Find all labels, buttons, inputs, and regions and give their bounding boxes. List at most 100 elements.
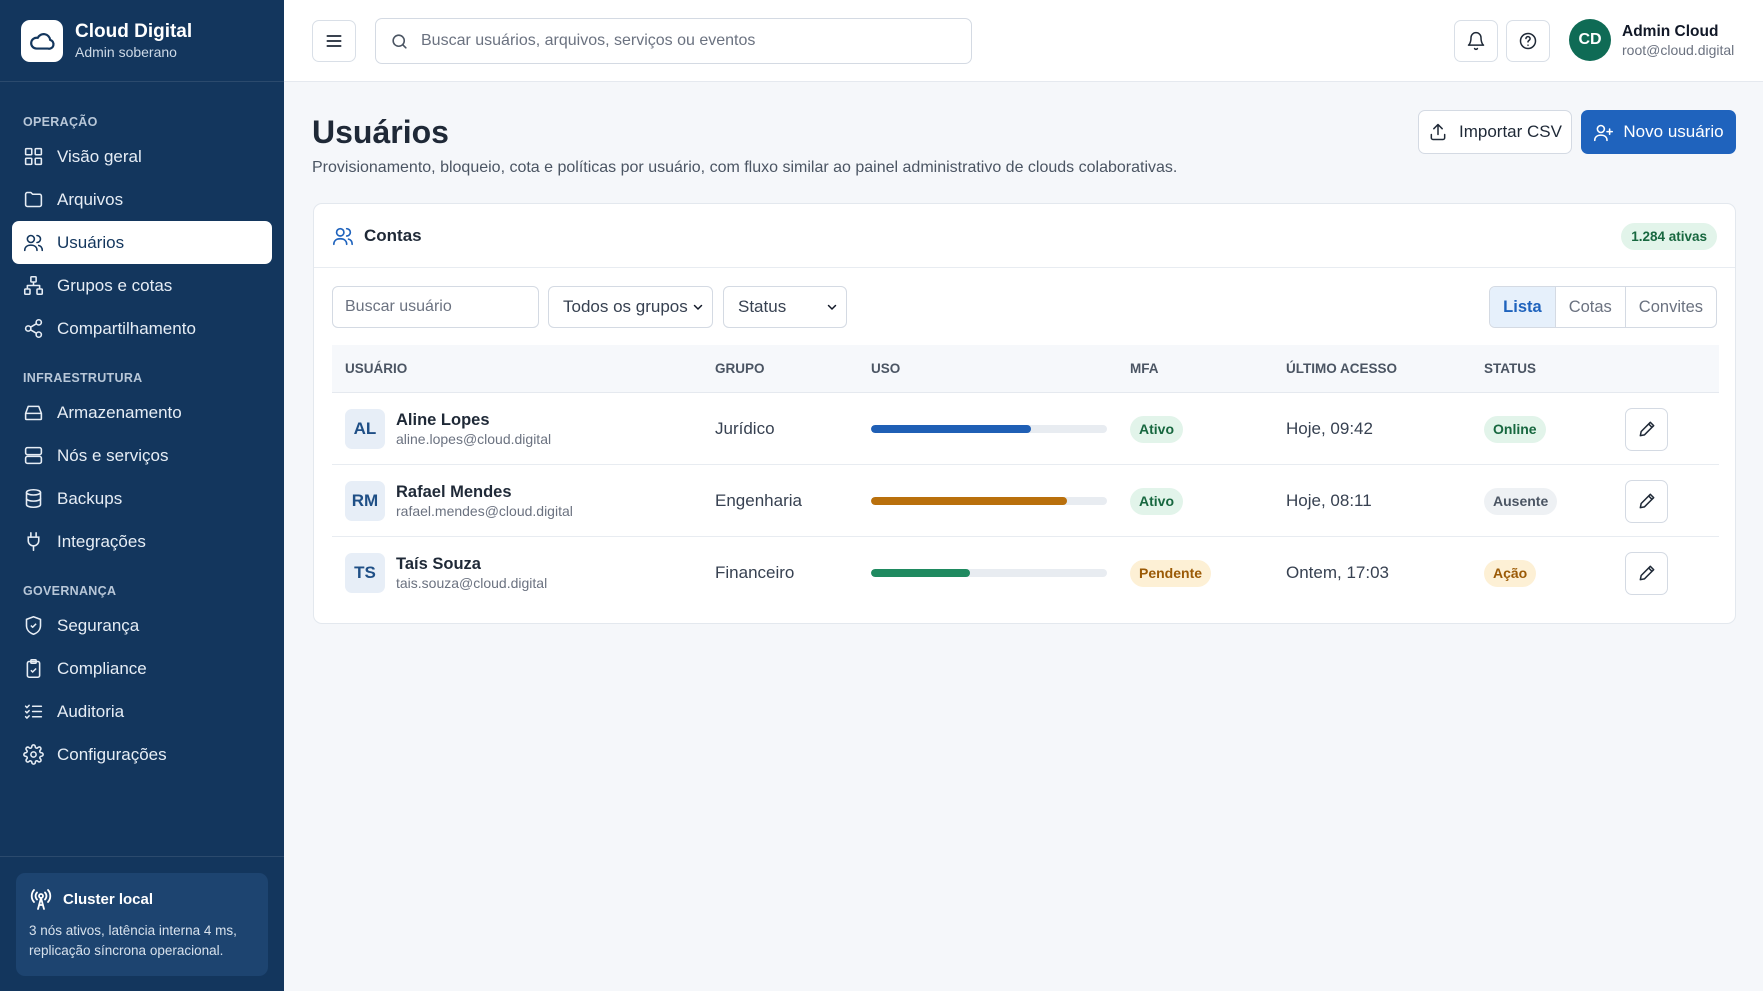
group-filter-value: Todos os grupos [563,297,688,316]
sidebar: Cloud Digital Admin soberano OPERAÇÃO Vi… [0,0,284,991]
help-button[interactable] [1506,20,1550,62]
clipboard-check-icon [26,658,41,679]
column-header-usuario[interactable]: USUÁRIO [345,361,407,376]
sidebar-item-armazenamento[interactable]: Armazenamento [12,391,272,434]
page-title: Usuários [312,114,449,150]
column-header-mfa[interactable]: MFA [1130,361,1159,376]
status-filter-value: Status [738,297,787,316]
page-subtitle: Provisionamento, bloqueio, cota e políti… [312,159,1178,176]
nav-section-governanca: GOVERNANÇA [23,584,117,598]
users-table: USUÁRIO GRUPO USO MFA ÚLTIMO ACESSO STAT… [332,345,1719,609]
sidebar-item-compartilhamento[interactable]: Compartilhamento [12,307,272,350]
users-icon [333,227,353,245]
table-row[interactable]: AL Aline Lopes aline.lopes@cloud.digital… [332,393,1719,465]
pencil-icon [1639,421,1654,437]
user-email: tais.souza@cloud.digital [396,574,548,591]
filters-bar: Todos os grupos Status Lista Cotas Convi… [332,286,1717,328]
last-access: Hoje, 09:42 [1286,419,1373,438]
edit-user-button[interactable] [1625,479,1668,523]
sidebar-item-grupos-e-cotas[interactable]: Grupos e cotas [12,264,272,307]
sidebar-footer: Cluster local 3 nós ativos, latência int… [0,856,284,991]
sidebar-item-label: Arquivos [57,189,124,209]
edit-user-button[interactable] [1625,407,1668,451]
view-tab-lista[interactable]: Lista [1490,287,1555,327]
sidebar-item-label: Grupos e cotas [57,275,173,295]
sidebar-item-usuarios[interactable]: Usuários [12,221,272,264]
share-icon [24,318,43,339]
sidebar-item-configuracoes[interactable]: Configurações [12,733,272,776]
status-badge: Online [1484,415,1546,443]
sidebar-item-auditoria[interactable]: Auditoria [12,690,272,733]
group-filter-select[interactable]: Todos os grupos [548,286,713,328]
column-header-status[interactable]: STATUS [1484,361,1536,376]
mfa-badge: Ativo [1130,415,1183,443]
sidebar-item-label: Configurações [57,744,167,764]
view-tab-convites[interactable]: Convites [1624,287,1716,327]
import-csv-label: Importar CSV [1459,122,1562,141]
status-filter-select[interactable]: Status [723,286,847,328]
last-access: Hoje, 08:11 [1286,491,1372,510]
hamburger-icon [326,35,342,47]
table-row[interactable]: RM Rafael Mendes rafael.mendes@cloud.dig… [332,465,1719,537]
groups-icon [23,275,44,296]
user-name: Admin Cloud [1622,22,1719,40]
sidebar-item-label: Compliance [57,658,147,678]
column-header-ultimo-acesso[interactable]: ÚLTIMO ACESSO [1286,361,1397,376]
upload-icon [1430,123,1446,141]
view-tab-cotas[interactable]: Cotas [1554,287,1625,327]
user-plus-icon [1594,124,1614,141]
user-menu[interactable]: CD Admin Cloud root@cloud.digital [1569,19,1734,61]
sidebar-item-seguranca[interactable]: Segurança [12,604,272,647]
active-count-badge: 1.284 ativas [1621,223,1717,250]
accounts-title: Contas [364,225,422,245]
sidebar-item-backups[interactable]: Backups [12,477,272,520]
sidebar-item-compliance[interactable]: Compliance [12,647,272,690]
pencil-icon [1639,565,1654,581]
import-csv-button[interactable]: Importar CSV [1418,110,1572,154]
column-header-grupo[interactable]: GRUPO [715,361,765,376]
sidebar-item-integracoes[interactable]: Integrações [12,520,272,563]
user-name: Taís Souza [396,554,481,573]
nav-section-infraestrutura: INFRAESTRUTURA [23,371,143,385]
usage-bar [871,425,1107,433]
help-circle-icon [1519,32,1537,50]
global-search-input[interactable] [421,32,941,50]
sidebar-item-visao-geral[interactable]: Visão geral [12,135,272,178]
topbar: CD Admin Cloud root@cloud.digital [284,0,1763,82]
usage-bar-fill [871,425,1032,433]
user-email: root@cloud.digital [1622,41,1735,58]
cluster-title: Cluster local [63,890,154,908]
sidebar-item-nos-e-servicos[interactable]: Nós e serviços [12,434,272,477]
table-row[interactable]: TS Taís Souza tais.souza@cloud.digital F… [332,537,1719,609]
new-user-button[interactable]: Novo usuário [1581,110,1736,154]
list-check-icon [24,704,43,720]
cluster-description: 3 nós ativos, latência interna 4 ms, rep… [29,923,237,958]
sidebar-item-label: Integrações [57,531,146,551]
user-group: Financeiro [715,563,795,582]
sidebar-item-arquivos[interactable]: Arquivos [12,178,272,221]
global-search[interactable] [375,18,972,64]
menu-toggle-button[interactable] [312,20,356,62]
user-name: Aline Lopes [396,410,490,429]
plug-icon [27,531,40,552]
user-email: aline.lopes@cloud.digital [396,430,552,447]
usage-bar-fill [871,569,971,577]
brand-title: Cloud Digital [75,20,193,42]
brand[interactable]: Cloud Digital Admin soberano [0,0,284,82]
bell-icon [1467,31,1485,51]
brand-subtitle: Admin soberano [75,43,177,60]
avatar: CD [1569,19,1611,61]
sidebar-item-label: Nós e serviços [57,445,169,465]
sidebar-item-label: Auditoria [57,701,125,721]
edit-user-button[interactable] [1625,551,1668,595]
notifications-button[interactable] [1454,20,1498,62]
column-header-uso[interactable]: USO [871,361,900,376]
database-icon [25,488,42,509]
usage-bar [871,569,1107,577]
last-access: Ontem, 17:03 [1286,563,1390,582]
chevron-down-icon [827,304,837,311]
grid-icon [24,147,43,166]
user-search-input[interactable] [332,286,539,328]
view-switcher: Lista Cotas Convites [1489,286,1717,328]
pencil-icon [1639,493,1654,509]
